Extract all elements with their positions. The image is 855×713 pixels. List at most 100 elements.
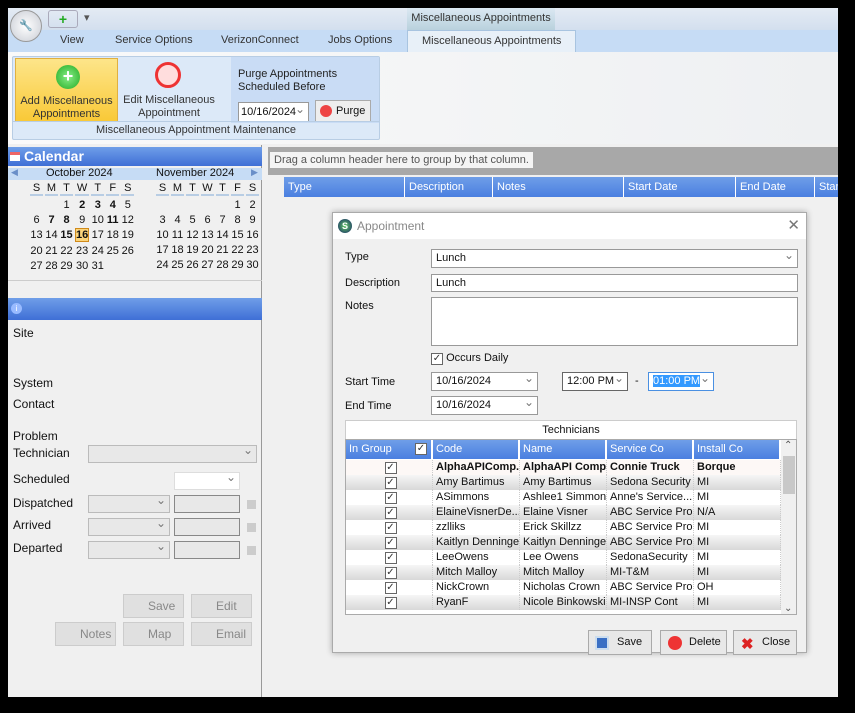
calendar-day[interactable]: 17 <box>91 228 104 242</box>
edit-info-button[interactable]: Edit <box>191 594 252 618</box>
calendar-day[interactable]: 20 <box>201 243 214 256</box>
save-info-button[interactable]: Save <box>123 594 184 618</box>
calendar-day[interactable]: 14 <box>216 228 229 241</box>
calendar-day[interactable]: 4 <box>106 198 119 211</box>
calendar-day[interactable]: 26 <box>186 258 199 271</box>
calendar-day[interactable]: 17 <box>156 243 169 256</box>
calendar-day[interactable]: 25 <box>106 244 119 257</box>
save-button[interactable]: Save <box>588 630 652 655</box>
calendar-day[interactable]: 2 <box>246 198 259 211</box>
calendar-day[interactable]: 23 <box>246 243 259 256</box>
calendar-day[interactable]: 11 <box>106 213 119 226</box>
app-menu-button[interactable]: 🔧 <box>10 10 42 42</box>
calendar-day[interactable]: 18 <box>106 228 119 242</box>
start-date-picker[interactable]: 10/16/2024 <box>431 370 538 391</box>
column-notes[interactable]: Notes <box>493 177 624 197</box>
tab-verizonconnect[interactable]: VerizonConnect <box>221 34 299 46</box>
calendar-day[interactable]: 7 <box>216 213 229 226</box>
technician-row[interactable]: ✓ ElaineVisnerDe... Elaine Visner ABC Se… <box>346 505 781 520</box>
delete-button[interactable]: Delete <box>660 630 727 655</box>
scheduled-select[interactable] <box>174 470 240 490</box>
calendar-day[interactable]: 5 <box>186 213 199 226</box>
technician-select[interactable] <box>88 443 257 463</box>
prev-month-icon[interactable]: ◀ <box>11 167 18 178</box>
arrived-date[interactable] <box>88 516 170 536</box>
in-group-cell[interactable]: ✓ <box>346 580 433 595</box>
column-name[interactable]: Name <box>520 440 607 459</box>
add-appointment-button[interactable]: + Add Miscellaneous Appointments <box>15 58 118 122</box>
occurs-daily-checkbox[interactable]: ✓ Occurs Daily <box>431 352 508 365</box>
calendar-day[interactable]: 1 <box>231 198 244 211</box>
departed-clear-icon[interactable] <box>247 546 256 555</box>
calendar-day[interactable]: 13 <box>30 228 43 242</box>
column-description[interactable]: Description <box>405 177 493 197</box>
tab-miscellaneous-appointments[interactable]: Miscellaneous Appointments <box>407 30 577 52</box>
technician-row[interactable]: ✓ zzlliks Erick Skillzz ABC Service Pro.… <box>346 520 781 535</box>
quick-access-dropdown-icon[interactable]: ▾ <box>84 11 90 24</box>
calendar-day[interactable]: 3 <box>91 198 104 211</box>
calendar-day[interactable]: 8 <box>231 213 244 226</box>
calendar-day[interactable]: 30 <box>75 259 89 272</box>
calendar-day[interactable]: 9 <box>246 213 259 226</box>
checkbox-icon[interactable]: ✓ <box>384 582 397 594</box>
type-select[interactable]: Lunch <box>431 247 798 268</box>
checkbox-icon[interactable]: ✓ <box>384 597 397 609</box>
in-group-cell[interactable]: ✓ <box>346 490 433 505</box>
email-button[interactable]: Email <box>191 622 252 646</box>
calendar-day[interactable]: 6 <box>30 213 43 226</box>
calendar-day[interactable]: 31 <box>91 259 104 272</box>
departed-date[interactable] <box>88 539 170 559</box>
calendar-day[interactable]: 3 <box>156 213 169 226</box>
calendar-day[interactable]: 25 <box>171 258 184 271</box>
calendar-day[interactable]: 2 <box>75 198 89 211</box>
in-group-cell[interactable]: ✓ <box>346 565 433 580</box>
technician-row[interactable]: ✓ LeeOwens Lee Owens SedonaSecurity MI <box>346 550 781 565</box>
calendar-day[interactable]: 10 <box>91 213 104 226</box>
purge-button[interactable]: Purge <box>315 100 371 122</box>
in-group-cell[interactable]: ✓ <box>346 460 433 475</box>
technician-row[interactable]: ✓ RyanF Nicole Binkowski MI-INSP Cont MI <box>346 595 781 610</box>
calendar-day-today[interactable]: 16 <box>75 228 90 242</box>
edit-appointment-button[interactable]: Edit Miscellaneous Appointment <box>121 58 217 122</box>
select-all-checkbox[interactable]: ✓ <box>415 443 427 455</box>
checkbox-icon[interactable]: ✓ <box>384 507 397 519</box>
dispatched-time[interactable] <box>174 495 240 513</box>
checkbox-icon[interactable]: ✓ <box>384 522 397 534</box>
dispatched-clear-icon[interactable] <box>247 500 256 509</box>
calendar-day[interactable]: 13 <box>201 228 214 241</box>
quick-add-icon[interactable]: + <box>48 10 78 28</box>
checkbox-icon[interactable]: ✓ <box>384 492 397 504</box>
in-group-cell[interactable]: ✓ <box>346 535 433 550</box>
calendar-day[interactable]: 23 <box>75 244 89 257</box>
calendar-day[interactable]: 29 <box>231 258 244 271</box>
calendar-day[interactable]: 16 <box>246 228 259 241</box>
arrived-time[interactable] <box>174 518 240 536</box>
calendar-day[interactable]: 18 <box>171 243 184 256</box>
column-start-date[interactable]: Start Date <box>624 177 736 197</box>
column-start-time[interactable]: Star <box>815 177 838 197</box>
end-clock-picker[interactable]: 01:00 PM <box>648 370 714 391</box>
checkbox-icon[interactable]: ✓ <box>384 552 397 564</box>
in-group-cell[interactable]: ✓ <box>346 520 433 535</box>
technician-row[interactable]: ✓ AlphaAPIComp... AlphaAPI Comp... Conni… <box>346 460 781 475</box>
in-group-cell[interactable]: ✓ <box>346 505 433 520</box>
calendar-day[interactable]: 10 <box>156 228 169 241</box>
calendar-day[interactable]: 15 <box>60 228 73 242</box>
calendar-day[interactable]: 28 <box>216 258 229 271</box>
calendar-day[interactable]: 5 <box>121 198 134 211</box>
calendar-day[interactable]: 15 <box>231 228 244 241</box>
calendar-day[interactable]: 22 <box>60 244 73 257</box>
start-clock-picker[interactable]: 12:00 PM <box>562 370 628 391</box>
checkbox-icon[interactable]: ✓ <box>384 462 397 474</box>
checkbox-icon[interactable]: ✓ <box>384 537 397 549</box>
calendar-day[interactable]: 21 <box>216 243 229 256</box>
calendar-day[interactable]: 14 <box>45 228 58 242</box>
calendar-day[interactable]: 1 <box>60 198 73 211</box>
in-group-cell[interactable]: ✓ <box>346 550 433 565</box>
close-icon[interactable]: ✕ <box>787 213 800 239</box>
checkbox-icon[interactable]: ✓ <box>384 567 397 579</box>
end-date-picker[interactable]: 10/16/2024 <box>431 394 538 415</box>
map-button[interactable]: Map <box>123 622 184 646</box>
calendar-day[interactable]: 9 <box>75 213 89 226</box>
calendar-day[interactable]: 7 <box>45 213 58 226</box>
